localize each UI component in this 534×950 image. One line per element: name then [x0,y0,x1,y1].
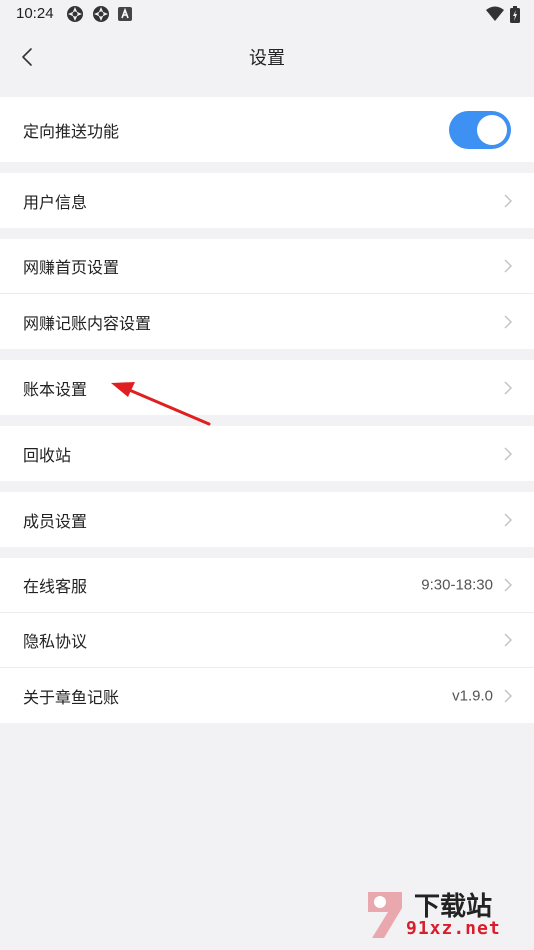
app-icon [93,6,109,22]
setting-row-push: 定向推送功能 [0,97,534,162]
setting-row-recycle-bin[interactable]: 回收站 [0,426,534,481]
settings-group-ledger: 账本设置 [0,360,534,415]
setting-label: 在线客服 [23,577,88,596]
setting-label: 成员设置 [23,511,88,531]
setting-row-online-service[interactable]: 在线客服 9:30-18:30 [0,558,534,613]
chevron-right-icon [504,259,513,273]
toggle-knob [477,114,507,145]
settings-group-push: 定向推送功能 [0,97,534,162]
setting-row-user-info[interactable]: 用户信息 [0,173,534,228]
chevron-right-icon [504,446,513,461]
push-toggle[interactable] [449,110,511,149]
status-bar: 10:24 [0,0,534,28]
setting-row-home-settings[interactable]: 网赚首页设置 [0,239,534,294]
watermark-emblem-icon [368,892,402,938]
nav-bar: 设置 [0,28,534,86]
watermark-logo: 下载站 91xz.net [358,886,528,944]
setting-label: 用户信息 [23,192,88,212]
chevron-right-icon [504,578,513,592]
app-icon [67,6,83,22]
chevron-right-icon [504,512,513,527]
settings-group-user: 用户信息 [0,173,534,228]
chevron-right-icon [504,380,513,395]
setting-label: 隐私协议 [23,632,88,651]
setting-row-content-settings[interactable]: 网赚记账内容设置 [0,294,534,349]
setting-label: 账本设置 [23,379,88,399]
setting-label: 关于章鱼记账 [23,687,120,707]
setting-label: 网赚首页设置 [23,258,120,277]
service-hours: 9:30-18:30 [421,576,493,594]
notification-icon [118,7,132,21]
status-icons-right [486,5,520,23]
setting-row-member-settings[interactable]: 成员设置 [0,492,534,547]
settings-group-recycle: 回收站 [0,426,534,481]
setting-label: 回收站 [23,445,72,465]
chevron-right-icon [504,193,513,208]
settings-group-about: 在线客服 9:30-18:30 隐私协议 关于章鱼记账 v1.9.0 [0,558,534,723]
page-title: 设置 [249,48,285,69]
status-time: 10:24 [16,5,54,22]
setting-label: 定向推送功能 [23,121,120,141]
setting-label: 网赚记账内容设置 [23,313,152,333]
wifi-icon [486,6,504,21]
setting-row-about[interactable]: 关于章鱼记账 v1.9.0 [0,668,534,723]
chevron-right-icon [504,314,513,329]
setting-row-ledger-settings[interactable]: 账本设置 [0,360,534,415]
status-icons-left [66,5,132,23]
chevron-right-icon [504,633,513,647]
battery-icon [510,5,520,23]
watermark-url: 91xz.net [406,918,501,939]
app-version: v1.9.0 [452,687,493,704]
settings-group-members: 成员设置 [0,492,534,547]
setting-row-privacy[interactable]: 隐私协议 [0,613,534,668]
chevron-right-icon [504,688,513,703]
settings-group-earn: 网赚首页设置 网赚记账内容设置 [0,239,534,349]
